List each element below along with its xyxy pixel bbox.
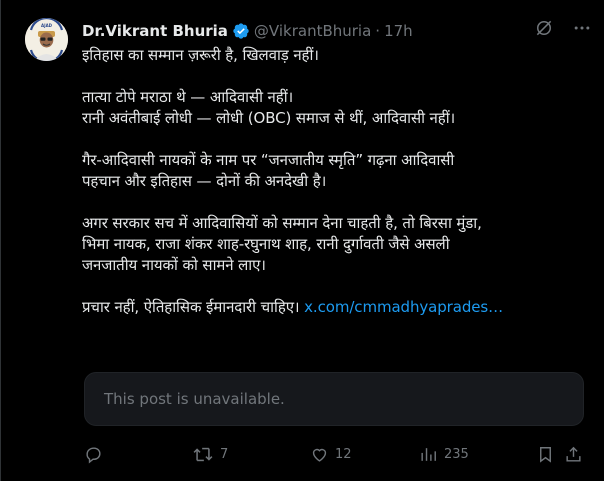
paragraph-4: अगर सरकार सच में आदिवासियों को सम्मान दे…: [82, 213, 587, 276]
author-avatar[interactable]: AJAD: [25, 18, 68, 61]
paragraph-5: प्रचार नहीं, ऐतिहासिक ईमानदारी चाहिए। x.…: [82, 297, 587, 318]
text-line: गैर-आदिवासी नायकों के नाम पर “जनजातीय स्…: [82, 151, 455, 169]
like-count: 12: [335, 446, 352, 462]
text-line: जनजातीय नायकों को सामने लाए।: [82, 256, 266, 274]
text-line: पहचान और इतिहास — दोनों की अनदेखी है।: [82, 172, 327, 190]
tweet-timestamp[interactable]: 17h: [384, 22, 413, 40]
grok-icon[interactable]: [534, 18, 554, 38]
views-count: 235: [444, 446, 469, 462]
more-options-icon[interactable]: [572, 18, 592, 38]
verified-badge-icon[interactable]: [232, 22, 250, 40]
quoted-post-unavailable: This post is unavailable.: [84, 372, 584, 426]
author-handle[interactable]: @VikrantBhuria: [254, 22, 371, 40]
text-line: इतिहास का सम्मान ज़रूरी है, खिलवाड़ नहीं…: [82, 46, 319, 64]
bookmark-button[interactable]: [536, 441, 555, 467]
avatar-portrait-icon: AJAD: [25, 18, 68, 61]
analytics-icon: [421, 447, 436, 461]
reply-button[interactable]: [84, 441, 109, 467]
paragraph-1: इतिहास का सम्मान ज़रूरी है, खिलवाड़ नहीं…: [82, 45, 587, 66]
views-button[interactable]: 235: [419, 441, 469, 467]
svg-text:AJAD: AJAD: [41, 23, 53, 28]
text-line: रानी अवंतीबाई लोधी — लोधी (OBC) समाज से …: [82, 109, 456, 127]
bookmark-icon: [540, 446, 551, 463]
top-actions: [534, 18, 592, 38]
final-line: प्रचार नहीं, ऐतिहासिक ईमानदारी चाहिए। x.…: [82, 297, 587, 318]
tweet-header: Dr.Vikrant Bhuria @VikrantBhuria · 17h: [82, 20, 413, 42]
header-separator: ·: [375, 22, 381, 40]
share-button[interactable]: [564, 441, 583, 467]
like-button[interactable]: 12: [310, 441, 352, 467]
text-line: भिमा नायक, राजा शंकर शाह-रघुनाथ शाह, रान…: [82, 235, 450, 253]
action-bar: 7 12 235: [84, 441, 584, 467]
retweet-icon: [193, 447, 213, 461]
retweet-count: 7: [220, 446, 229, 462]
tweet-link[interactable]: x.com/cmmadhyaprades…: [304, 298, 503, 316]
share-icon: [566, 446, 581, 462]
paragraph-2: तात्या टोपे मराठा थे — आदिवासी नहीं। रान…: [82, 87, 587, 129]
heart-icon: [312, 448, 327, 462]
tweet-text: इतिहास का सम्मान ज़रूरी है, खिलवाड़ नहीं…: [82, 45, 587, 318]
unavailable-message: This post is unavailable.: [104, 390, 285, 408]
author-display-name[interactable]: Dr.Vikrant Bhuria: [82, 22, 228, 40]
tweet-card[interactable]: AJAD Dr.Vikrant Bhuria @VikrantBhuria · …: [0, 0, 604, 481]
text-line: अगर सरकार सच में आदिवासियों को सम्मान दे…: [82, 214, 482, 232]
reply-icon: [86, 446, 101, 463]
text-line: तात्या टोपे मराठा थे — आदिवासी नहीं।: [82, 88, 294, 106]
paragraph-3: गैर-आदिवासी नायकों के नाम पर “जनजातीय स्…: [82, 150, 587, 192]
retweet-button[interactable]: 7: [192, 441, 228, 467]
final-text: प्रचार नहीं, ऐतिहासिक ईमानदारी चाहिए।: [82, 298, 300, 316]
